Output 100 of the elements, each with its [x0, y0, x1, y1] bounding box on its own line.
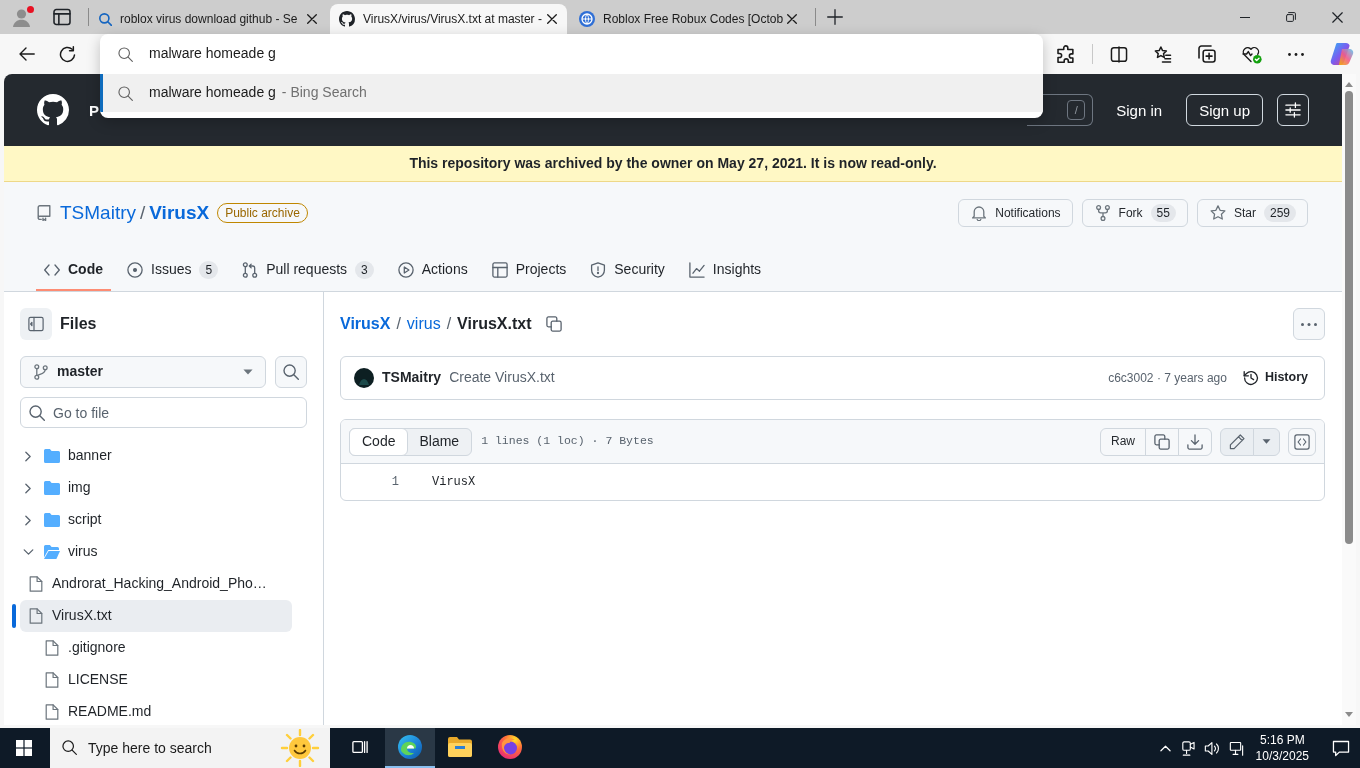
download-icon: [1187, 433, 1203, 450]
star-icon: [1209, 205, 1226, 221]
history-link[interactable]: History: [1242, 369, 1308, 387]
sliders-icon: [1285, 102, 1301, 118]
taskbar-search-field[interactable]: Type here to search: [50, 728, 330, 768]
file-tree-item[interactable]: Androrat_Hacking_Android_Pho…: [20, 568, 292, 600]
taskbar-date[interactable]: 10/3/2025: [1255, 748, 1309, 764]
browser-tab[interactable]: Roblox Free Robux Codes [Octob: [570, 4, 807, 34]
path-separator: /: [396, 313, 401, 334]
notification-icon[interactable]: [1332, 739, 1350, 757]
star-button[interactable]: Star 259: [1196, 199, 1308, 227]
file-tree-item[interactable]: script: [20, 504, 292, 536]
repo-tab[interactable]: Issues 5: [119, 251, 227, 291]
tab-actions-icon[interactable]: [53, 8, 71, 26]
copy-icon: [1154, 433, 1170, 450]
copy-button[interactable]: [1145, 427, 1179, 456]
copilot-icon[interactable]: [1330, 43, 1354, 65]
edit-options-button[interactable]: [1253, 427, 1280, 456]
go-to-file-field[interactable]: Go to file: [20, 397, 307, 428]
repo-tab[interactable]: Security: [582, 251, 673, 291]
file-tree-item[interactable]: LICENSE: [20, 664, 292, 696]
nav-link[interactable]: P: [89, 99, 99, 121]
collapse-panel-button[interactable]: [20, 308, 52, 340]
close-icon[interactable]: [547, 14, 557, 24]
commit-meta: c6c3002 · 7 years ago: [1108, 369, 1227, 387]
commit-author-link[interactable]: TSMaitry: [382, 368, 442, 388]
taskbar-time[interactable]: 5:16 PM: [1259, 732, 1305, 748]
file-info: 1 lines (1 loc) · 7 Bytes: [481, 433, 654, 450]
windows-start-icon[interactable]: [16, 740, 32, 756]
commit-message: Create VirusX.txt: [449, 368, 555, 388]
selection-marker-icon: [12, 604, 16, 628]
scroll-up-icon[interactable]: [1345, 82, 1353, 87]
copy-icon[interactable]: [545, 316, 562, 332]
meet-camera-icon[interactable]: [1179, 740, 1195, 756]
file-tree-item[interactable]: virus: [20, 536, 292, 568]
file-tree-item[interactable]: banner: [20, 440, 292, 472]
download-button[interactable]: [1178, 427, 1212, 456]
menu-button[interactable]: [1277, 94, 1309, 126]
fork-button[interactable]: Fork 55: [1081, 199, 1188, 227]
repo-link[interactable]: VirusX: [340, 312, 391, 336]
restore-icon[interactable]: [1286, 12, 1296, 22]
open-folder-icon: [44, 545, 60, 559]
speaker-icon[interactable]: [1203, 740, 1220, 756]
raw-button[interactable]: Raw: [1100, 427, 1146, 456]
refresh-icon[interactable]: [59, 45, 76, 63]
github-logo-icon[interactable]: [37, 94, 69, 126]
search-suggestion[interactable]: malware homeade g - Bing Search: [100, 74, 1043, 112]
branch-select-button[interactable]: master: [20, 356, 266, 388]
minimize-icon[interactable]: [1240, 16, 1250, 18]
network-icon[interactable]: [1228, 740, 1245, 756]
new-tab-icon[interactable]: [827, 9, 843, 25]
view-mode-tab[interactable]: Code: [349, 427, 409, 456]
file-tree-item[interactable]: README.md: [20, 696, 292, 725]
repo-tab[interactable]: Projects: [483, 251, 575, 291]
split-screen-icon[interactable]: [1110, 45, 1128, 63]
collections-icon[interactable]: [1198, 45, 1216, 63]
sidebar-panel-icon: [28, 316, 44, 332]
repo-owner-link[interactable]: TSMaitry: [60, 199, 136, 227]
symbols-button[interactable]: [1288, 427, 1316, 456]
more-icon[interactable]: [1288, 52, 1304, 56]
code-icon: [44, 262, 60, 278]
repo-name-link[interactable]: VirusX: [149, 199, 210, 227]
folder-icon: [44, 449, 60, 463]
close-icon[interactable]: [307, 14, 317, 24]
notifications-button[interactable]: Notifications: [958, 199, 1073, 227]
repo-tab[interactable]: Pull requests 3: [234, 251, 382, 291]
address-field[interactable]: malware homeade g: [149, 44, 1029, 64]
favorites-icon[interactable]: [1154, 45, 1172, 63]
file-tree-item[interactable]: img: [20, 472, 292, 504]
shield-icon: [590, 262, 607, 278]
repo-tab[interactable]: Actions: [389, 251, 476, 291]
sign-in-link[interactable]: Sign in: [1116, 99, 1163, 121]
browser-tab[interactable]: VirusX/virus/VirusX.txt at master -: [330, 4, 567, 34]
repo-tab[interactable]: Insights: [680, 251, 770, 291]
back-icon[interactable]: [18, 46, 36, 62]
file-tree-item[interactable]: VirusX.txt: [20, 600, 292, 632]
play-icon: [397, 262, 414, 278]
browser-tab[interactable]: roblox virus download github - Se: [90, 4, 327, 34]
fork-icon: [1094, 205, 1111, 221]
path-separator: /: [140, 200, 146, 225]
sign-up-button[interactable]: Sign up: [1186, 94, 1263, 126]
close-icon[interactable]: [1331, 11, 1343, 23]
scroll-down-icon[interactable]: [1345, 712, 1353, 717]
close-icon[interactable]: [787, 14, 797, 24]
edit-button[interactable]: [1220, 427, 1254, 456]
line-number: 1: [390, 473, 399, 491]
view-mode-tab[interactable]: Blame: [406, 427, 473, 456]
scrollbar-thumb[interactable]: [1345, 91, 1353, 544]
profile-icon[interactable]: [12, 6, 34, 28]
heart-pulse-icon[interactable]: [1242, 44, 1262, 64]
chevron-up-icon[interactable]: [1159, 744, 1171, 752]
taskbar-app-button[interactable]: [385, 728, 435, 768]
repo-tab[interactable]: Code: [36, 251, 111, 291]
graph-icon: [688, 262, 705, 278]
puzzle-icon[interactable]: [1057, 45, 1075, 63]
file-tree-item[interactable]: .gitignore: [20, 632, 292, 664]
search-button[interactable]: [275, 356, 307, 388]
code-line: VirusX: [432, 473, 476, 491]
folder-link[interactable]: virus: [406, 312, 441, 336]
search-icon: [29, 405, 45, 421]
